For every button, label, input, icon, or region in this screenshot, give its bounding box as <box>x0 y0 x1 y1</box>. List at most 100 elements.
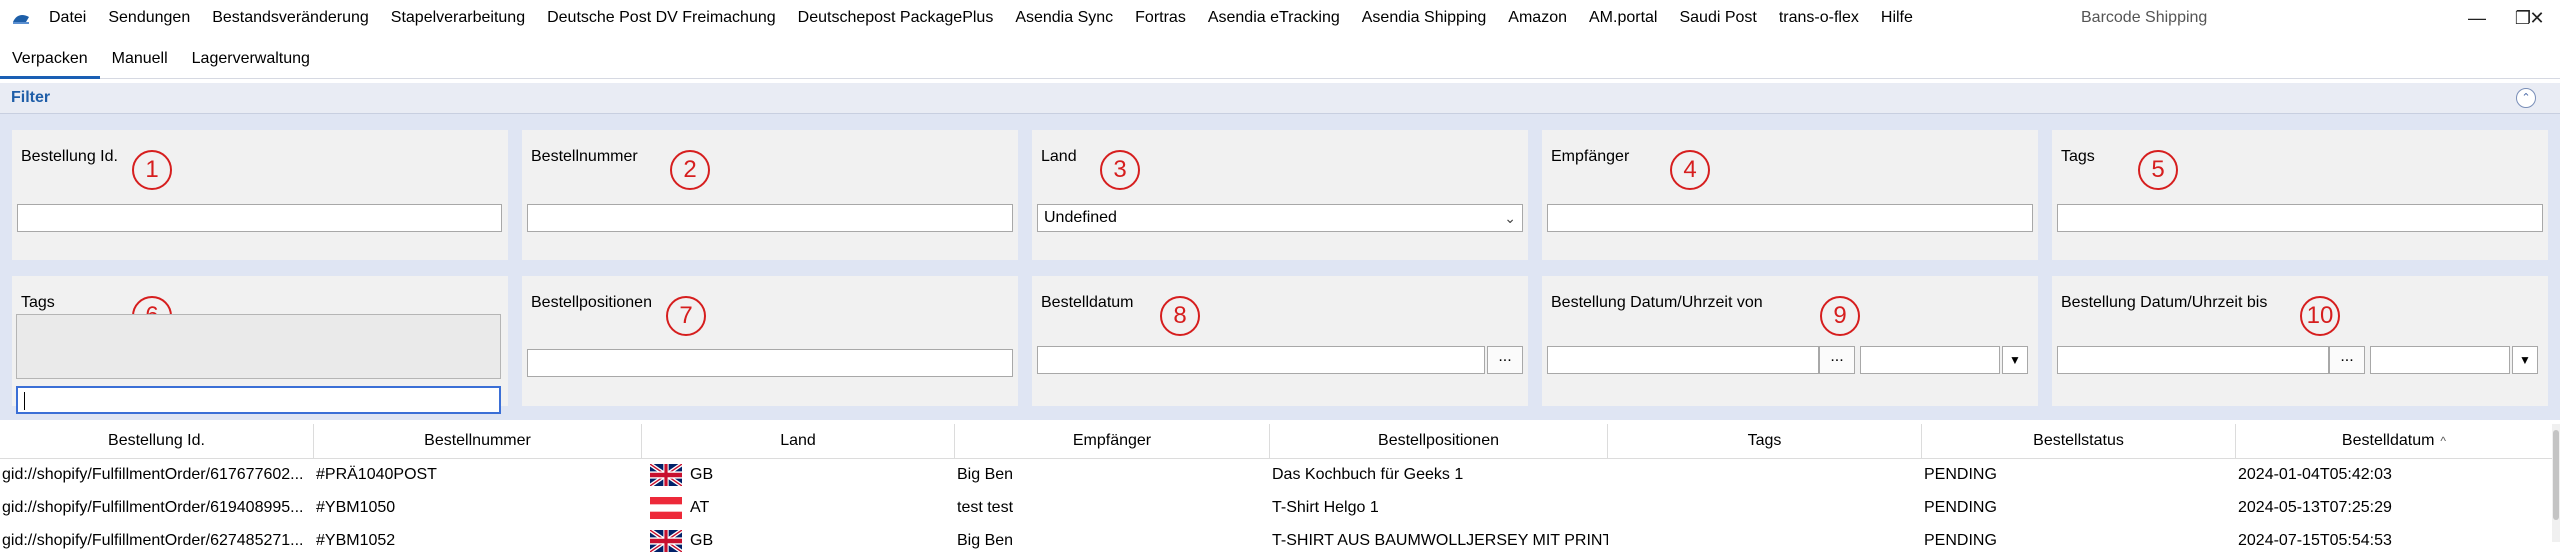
marker-5: 5 <box>2138 150 2178 190</box>
marker-1: 1 <box>132 150 172 190</box>
tags-label: Tags <box>2061 148 2095 165</box>
land-select[interactable]: Undefined ⌄ <box>1037 204 1523 232</box>
menu-trans-o-flex[interactable]: trans-o-flex <box>1768 0 1870 36</box>
bestellpositionen-input[interactable] <box>527 349 1013 377</box>
table-row[interactable]: gid://shopify/FulfillmentOrder/617677602… <box>0 458 2552 491</box>
tags-list[interactable] <box>16 314 501 379</box>
land-label: Land <box>1041 148 1077 165</box>
datum-bis-picker-button[interactable]: ... <box>2329 346 2365 374</box>
tab-bar: Verpacken Manuell Lagerverwaltung <box>0 40 2560 79</box>
tags-label-2: Tags <box>21 294 55 311</box>
app-logo-icon <box>13 14 29 24</box>
datum-von-date-input[interactable] <box>1547 346 1819 374</box>
filter-bestellung-id: Bestellung Id. 1 <box>12 130 508 260</box>
menu-am-portal[interactable]: AM.portal <box>1578 0 1668 36</box>
datum-bis-time-dropdown-icon[interactable]: ▼ <box>2512 346 2538 374</box>
column-header-bestellung-id[interactable]: Bestellung Id. <box>0 424 314 458</box>
table-scroll-thumb[interactable] <box>2553 430 2559 520</box>
minimize-icon[interactable]: — <box>2454 0 2500 36</box>
sort-ascending-icon: ^ <box>2440 434 2447 448</box>
datum-bis-time-input[interactable] <box>2370 346 2510 374</box>
marker-3: 3 <box>1100 150 1140 190</box>
menu-deutschepost-packageplus[interactable]: Deutschepost PackagePlus <box>787 0 1005 36</box>
datum-bis-date-input[interactable] <box>2057 346 2329 374</box>
cell-bestellstatus: PENDING <box>1924 532 1997 549</box>
cell-bestellnummer: #YBM1052 <box>316 532 396 549</box>
marker-10: 10 <box>2300 296 2340 336</box>
datum-von-time-input[interactable] <box>1860 346 2000 374</box>
bestellung-id-input[interactable] <box>17 204 502 232</box>
datum-bis-label: Bestellung Datum/Uhrzeit bis <box>2061 294 2268 311</box>
filter-land: Land 3 Undefined ⌄ <box>1032 130 1528 260</box>
filter-header[interactable]: Filter ⌃ <box>0 83 2560 114</box>
column-header-bestelldatum[interactable]: Bestelldatum ^ <box>2236 424 2552 458</box>
collapse-filter-icon[interactable]: ⌃ <box>2516 88 2536 108</box>
datum-von-time-dropdown-icon[interactable]: ▼ <box>2002 346 2028 374</box>
text-caret <box>24 391 25 410</box>
filter-bestellpositionen: Bestellpositionen 7 <box>522 276 1018 406</box>
cell-bestelldatum: 2024-07-15T05:54:53 <box>2238 532 2392 549</box>
bestelldatum-label: Bestelldatum <box>1041 294 1134 311</box>
bestellnummer-label: Bestellnummer <box>531 148 638 165</box>
filter-bestellnummer: Bestellnummer 2 <box>522 130 1018 260</box>
menu-asendia-sync[interactable]: Asendia Sync <box>1004 0 1124 36</box>
cell-bestellstatus: PENDING <box>1924 466 1997 483</box>
tags-text-input[interactable] <box>16 386 501 414</box>
datum-von-picker-button[interactable]: ... <box>1819 346 1855 374</box>
empfaenger-input[interactable] <box>1547 204 2033 232</box>
chevron-down-icon: ⌄ <box>1504 210 1516 226</box>
cell-bestellung-id: gid://shopify/FulfillmentOrder/617677602… <box>2 466 304 483</box>
column-header-bestellstatus[interactable]: Bestellstatus <box>1922 424 2236 458</box>
cell-tags <box>1608 458 1922 491</box>
cell-land: GB <box>642 458 955 491</box>
filter-tags-1: Tags 5 <box>2052 130 2548 260</box>
table-row[interactable]: gid://shopify/FulfillmentOrder/619408995… <box>0 491 2552 524</box>
cell-bestellung-id: gid://shopify/FulfillmentOrder/627485271… <box>2 532 304 549</box>
table-row[interactable]: gid://shopify/FulfillmentOrder/627485271… <box>0 524 2552 557</box>
cell-empfaenger: test test <box>957 499 1014 516</box>
tab-verpacken[interactable]: Verpacken <box>0 40 100 79</box>
menu-asendia-shipping[interactable]: Asendia Shipping <box>1351 0 1498 36</box>
bestellpositionen-label: Bestellpositionen <box>531 294 652 311</box>
marker-8: 8 <box>1160 296 1200 336</box>
flag-gb-icon <box>650 529 682 552</box>
menu-stapelverarbeitung[interactable]: Stapelverarbeitung <box>380 0 536 36</box>
menu-asendia-etracking[interactable]: Asendia eTracking <box>1197 0 1351 36</box>
cell-tags <box>1608 491 1922 524</box>
column-header-land[interactable]: Land <box>642 424 955 458</box>
marker-4: 4 <box>1670 150 1710 190</box>
close-icon[interactable]: ✕ <box>2514 0 2560 36</box>
cell-bestellpositionen: T-SHIRT AUS BAUMWOLLJERSEY MIT PRINT 1 <box>1272 532 1608 549</box>
bestelldatum-input[interactable] <box>1037 346 1485 374</box>
column-header-tags[interactable]: Tags <box>1608 424 1922 458</box>
menu-deutsche-post-dv-freimachung[interactable]: Deutsche Post DV Freimachung <box>536 0 787 36</box>
marker-9: 9 <box>1820 296 1860 336</box>
filter-datum-bis: Bestellung Datum/Uhrzeit bis 10 ... ▼ <box>2052 276 2548 406</box>
marker-7: 7 <box>666 296 706 336</box>
column-header-bestellnummer[interactable]: Bestellnummer <box>314 424 642 458</box>
tab-lagerverwaltung[interactable]: Lagerverwaltung <box>180 40 322 78</box>
cell-land: GB <box>642 524 955 557</box>
menu-fortras[interactable]: Fortras <box>1124 0 1197 36</box>
cell-bestellpositionen: T-Shirt Helgo 1 <box>1272 499 1379 516</box>
column-header-empfaenger[interactable]: Empfänger <box>955 424 1270 458</box>
bestellnummer-input[interactable] <box>527 204 1013 232</box>
cell-tags <box>1608 524 1922 557</box>
filter-empfaenger: Empfänger 4 <box>1542 130 2038 260</box>
land-select-value: Undefined <box>1044 209 1117 226</box>
menu-hilfe[interactable]: Hilfe <box>1870 0 1924 36</box>
cell-bestellung-id: gid://shopify/FulfillmentOrder/619408995… <box>2 499 304 516</box>
menu-sendungen[interactable]: Sendungen <box>97 0 201 36</box>
window-title: Barcode Shipping <box>2081 9 2208 26</box>
bestelldatum-picker-button[interactable]: ... <box>1487 346 1523 374</box>
column-header-bestellpositionen[interactable]: Bestellpositionen <box>1270 424 1608 458</box>
menu-bestandsveraenderung[interactable]: Bestandsveränderung <box>201 0 380 36</box>
tags-input[interactable] <box>2057 204 2543 232</box>
menu-saudi-post[interactable]: Saudi Post <box>1668 0 1767 36</box>
filter-tags-2: Tags 6 <box>12 276 508 414</box>
menu-datei[interactable]: Datei <box>38 0 97 36</box>
cell-bestellpositionen: Das Kochbuch für Geeks 1 <box>1272 466 1464 483</box>
tab-manuell[interactable]: Manuell <box>100 40 180 78</box>
menu-amazon[interactable]: Amazon <box>1497 0 1578 36</box>
marker-2: 2 <box>670 150 710 190</box>
